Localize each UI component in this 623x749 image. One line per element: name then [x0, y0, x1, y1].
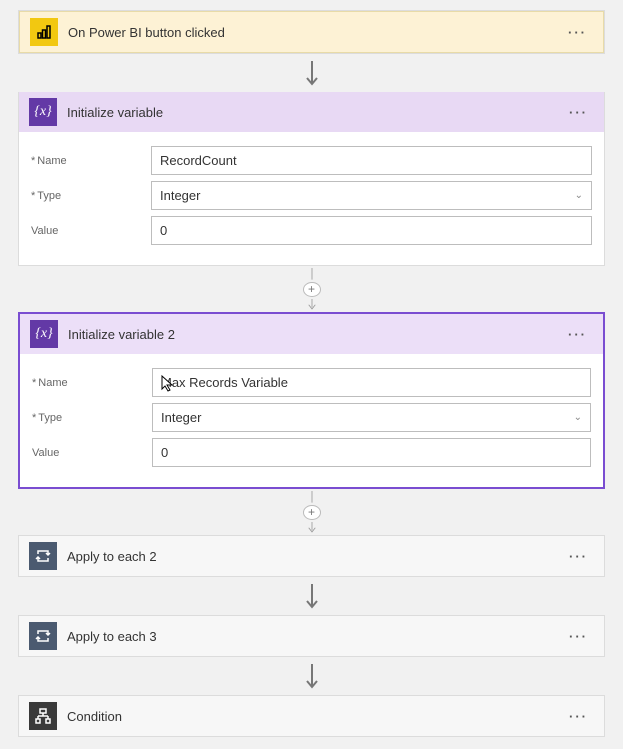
init-variable-2-header[interactable]: {x} Initialize variable 2 ··· [20, 314, 603, 354]
init-variable-header[interactable]: {x} Initialize variable ··· [19, 92, 604, 132]
apply-to-each-3-card[interactable]: Apply to each 3 ··· [18, 615, 605, 657]
add-step-button[interactable]: + [303, 282, 321, 297]
init-variable-title: Initialize variable [67, 105, 553, 120]
type-label: Type [32, 412, 152, 424]
variable-icon: {x} [29, 98, 57, 126]
value-label: Value [31, 225, 151, 237]
trigger-title: On Power BI button clicked [68, 25, 552, 40]
trigger-card[interactable]: On Power BI button clicked ··· [18, 10, 605, 54]
trigger-menu[interactable]: ··· [562, 25, 593, 40]
apply-to-each-3-title: Apply to each 3 [67, 629, 553, 644]
value-field[interactable] [152, 438, 591, 467]
powerbi-icon [30, 18, 58, 46]
flow-canvas: On Power BI button clicked ··· {x} Initi… [18, 10, 605, 739]
connector-arrow [303, 579, 321, 615]
name-field[interactable] [151, 146, 592, 175]
type-value: Integer [161, 410, 201, 425]
add-step-connector: + [303, 268, 321, 312]
type-dropdown[interactable]: Integer ⌄ [151, 181, 592, 210]
connector-arrow [303, 659, 321, 695]
card-menu[interactable]: ··· [563, 549, 594, 564]
loop-icon [29, 622, 57, 650]
condition-icon [29, 702, 57, 730]
card-menu[interactable]: ··· [563, 629, 594, 644]
chevron-down-icon: ⌄ [574, 412, 582, 423]
connector-arrow [303, 56, 321, 92]
add-step-connector: + [303, 491, 321, 535]
value-label: Value [32, 447, 152, 459]
condition-card[interactable]: Condition ··· [18, 695, 605, 737]
name-label: Name [32, 377, 152, 389]
type-label: Type [31, 190, 151, 202]
card-menu[interactable]: ··· [562, 327, 593, 342]
loop-icon [29, 542, 57, 570]
init-variable-body: Name Type Integer ⌄ Value [19, 132, 604, 265]
add-step-button[interactable]: + [303, 505, 321, 520]
type-dropdown[interactable]: Integer ⌄ [152, 403, 591, 432]
chevron-down-icon: ⌄ [575, 190, 583, 201]
apply-to-each-2-title: Apply to each 2 [67, 549, 553, 564]
init-variable-2-card[interactable]: {x} Initialize variable 2 ··· Name Type … [18, 312, 605, 489]
apply-to-each-2-card[interactable]: Apply to each 2 ··· [18, 535, 605, 577]
condition-title: Condition [67, 709, 553, 724]
init-variable-2-title: Initialize variable 2 [68, 327, 552, 342]
init-variable-2-body: Name Type Integer ⌄ Value [20, 354, 603, 487]
name-field[interactable] [152, 368, 591, 397]
name-label: Name [31, 155, 151, 167]
variable-icon: {x} [30, 320, 58, 348]
type-value: Integer [160, 188, 200, 203]
card-menu[interactable]: ··· [563, 709, 594, 724]
card-menu[interactable]: ··· [563, 105, 594, 120]
init-variable-card[interactable]: {x} Initialize variable ··· Name Type In… [18, 92, 605, 266]
value-field[interactable] [151, 216, 592, 245]
